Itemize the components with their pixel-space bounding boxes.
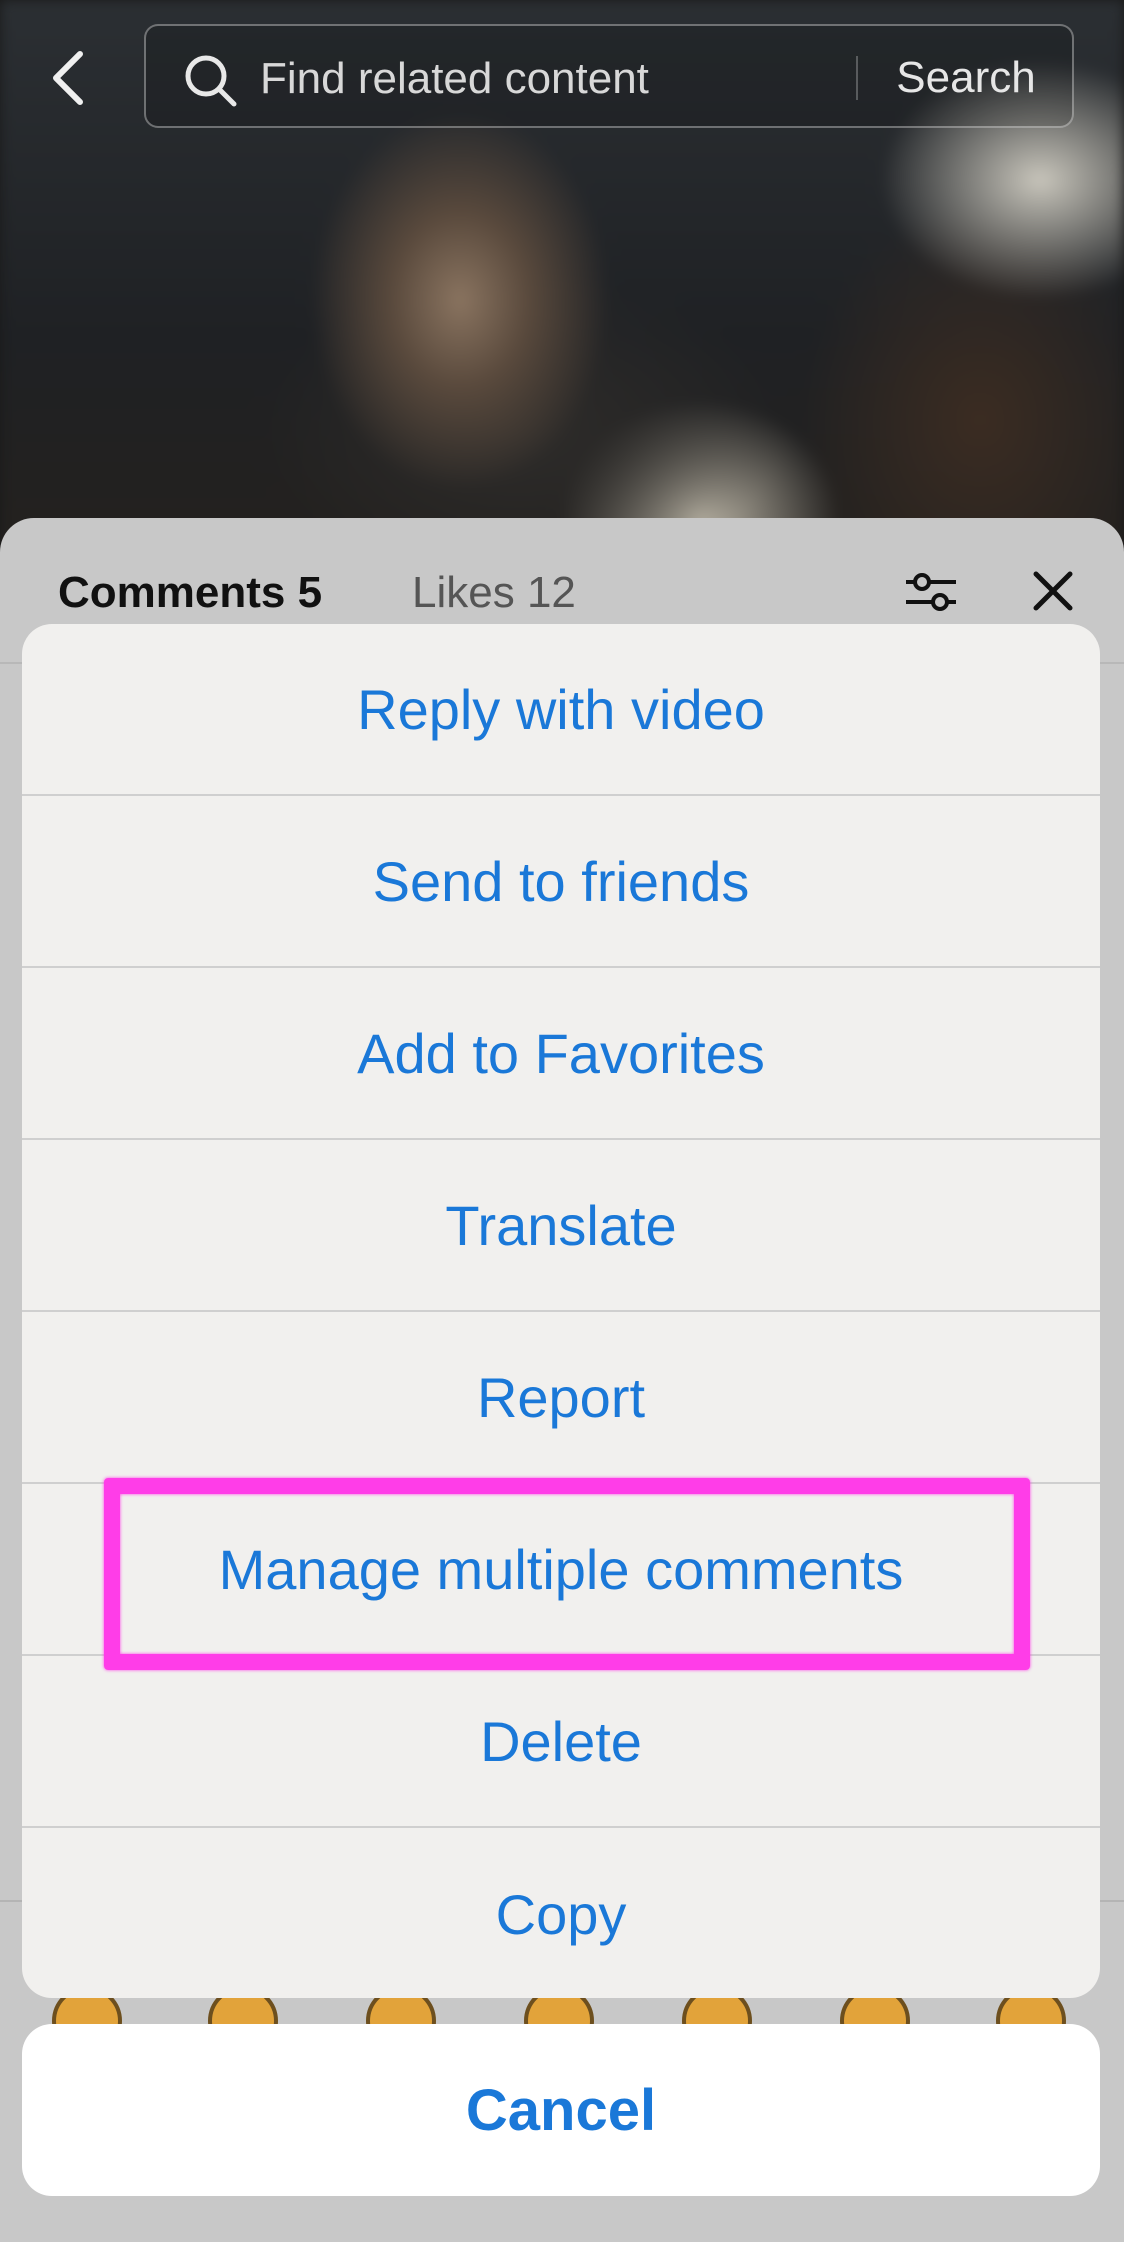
search-icon <box>185 55 237 107</box>
report-option[interactable]: Report <box>22 1312 1100 1484</box>
search-button[interactable]: Search <box>876 48 1056 108</box>
highlight-annotation <box>104 1478 1030 1670</box>
top-bar: Search <box>0 0 1124 160</box>
search-box[interactable]: Search <box>144 24 1074 128</box>
translate-option[interactable]: Translate <box>22 1140 1100 1312</box>
back-icon <box>53 51 83 105</box>
search-divider <box>856 56 858 100</box>
action-sheet: Reply with video Send to friends Add to … <box>22 624 1100 1998</box>
tab-comments[interactable]: Comments 5 <box>58 568 322 618</box>
filter-icon[interactable] <box>902 568 960 616</box>
close-icon[interactable] <box>1030 568 1076 614</box>
reply-with-video-option[interactable]: Reply with video <box>22 624 1100 796</box>
back-button[interactable] <box>40 46 96 110</box>
tab-likes[interactable]: Likes 12 <box>412 568 576 618</box>
copy-option[interactable]: Copy <box>22 1828 1100 1998</box>
send-to-friends-option[interactable]: Send to friends <box>22 796 1100 968</box>
add-to-favorites-option[interactable]: Add to Favorites <box>22 968 1100 1140</box>
delete-option[interactable]: Delete <box>22 1656 1100 1828</box>
cancel-button[interactable]: Cancel <box>22 2024 1100 2196</box>
